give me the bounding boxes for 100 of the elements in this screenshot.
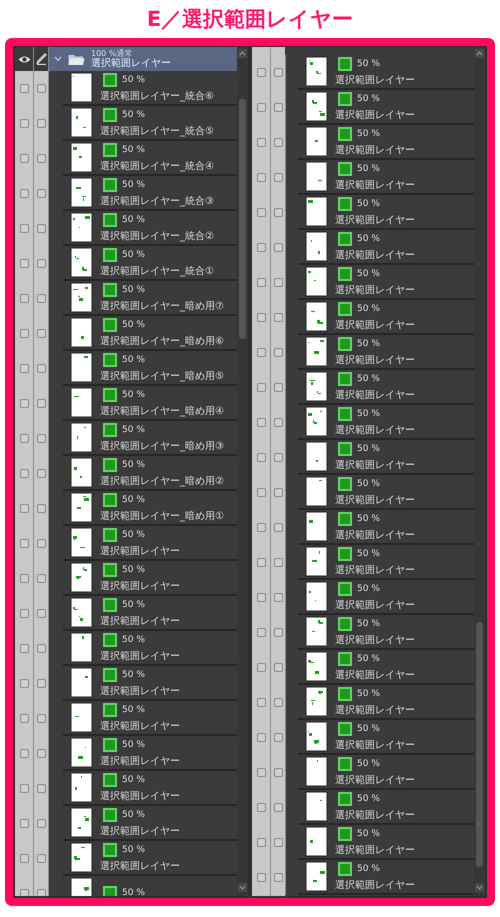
visibility-checkbox[interactable]: [20, 294, 28, 303]
visibility-checkbox[interactable]: [20, 259, 28, 268]
visibility-checkbox[interactable]: [256, 698, 266, 707]
edit-checkbox[interactable]: [274, 348, 282, 357]
visibility-checkbox[interactable]: [20, 679, 28, 688]
visibility-checkbox[interactable]: [256, 208, 266, 217]
visibility-checkbox[interactable]: [20, 364, 28, 373]
edit-checkbox[interactable]: [274, 313, 282, 322]
layer-row[interactable]: 50 % 選択範囲レイヤー: [63, 806, 237, 841]
layer-row[interactable]: 50 % 選択範囲レイヤー: [298, 650, 474, 685]
layer-row[interactable]: 50 % 選択範囲レイヤー_暗め用④: [63, 386, 237, 421]
layer-row[interactable]: 50 % 選択範囲レイヤー: [298, 755, 474, 790]
layer-row[interactable]: 50 % 選択範囲レイヤー_暗め用②: [63, 456, 237, 491]
visibility-checkbox[interactable]: [20, 539, 28, 548]
layer-row[interactable]: 50 % 選択範囲レイヤー: [63, 701, 237, 736]
scroll-up-icon[interactable]: [475, 49, 484, 58]
edit-checkbox[interactable]: [274, 558, 282, 567]
visibility-checkbox[interactable]: [256, 523, 266, 532]
layer-row[interactable]: 50 % 選択範囲レイヤー_統合⑤: [63, 106, 237, 141]
layer-row[interactable]: 50 % 選択範囲レイヤー: [298, 195, 474, 230]
layer-row[interactable]: 50 % 選択範囲レイヤー: [298, 825, 474, 860]
edit-checkbox[interactable]: [274, 243, 282, 252]
layer-row[interactable]: 50 % 選択範囲レイヤー_暗め用⑤: [63, 351, 237, 386]
visibility-checkbox[interactable]: [256, 383, 266, 392]
visibility-checkbox[interactable]: [20, 469, 28, 478]
visibility-checkbox[interactable]: [20, 854, 28, 863]
layer-row[interactable]: 50 % 選択範囲レイヤー_暗め用⑥: [63, 316, 237, 351]
edit-checkbox[interactable]: [274, 453, 282, 462]
layer-row[interactable]: 50 % 選択範囲レイヤー: [298, 440, 474, 475]
visibility-checkbox[interactable]: [20, 154, 28, 163]
visibility-checkbox[interactable]: [256, 278, 266, 287]
visibility-checkbox[interactable]: [256, 488, 266, 497]
layer-row[interactable]: 50 % 選択範囲レイヤー_統合②: [63, 211, 237, 246]
edit-checkbox[interactable]: [36, 434, 46, 443]
layer-row[interactable]: 50 % 選択範囲レイヤー: [298, 230, 474, 265]
edit-checkbox[interactable]: [274, 628, 282, 637]
visibility-checkbox[interactable]: [256, 768, 266, 777]
edit-checkbox[interactable]: [36, 364, 46, 373]
visibility-checkbox[interactable]: [256, 873, 266, 882]
visibility-checkbox[interactable]: [20, 644, 28, 653]
edit-checkbox[interactable]: [36, 189, 46, 198]
layer-row[interactable]: 50 % 選択範囲レイヤー_統合①: [63, 246, 237, 281]
edit-checkbox[interactable]: [36, 399, 46, 408]
visibility-checkbox[interactable]: [256, 558, 266, 567]
edit-checkbox[interactable]: [36, 469, 46, 478]
edit-checkbox[interactable]: [36, 749, 46, 758]
edit-checkbox[interactable]: [274, 733, 282, 742]
edit-checkbox[interactable]: [36, 504, 46, 513]
scrollbar[interactable]: [474, 47, 485, 896]
edit-checkbox[interactable]: [274, 278, 282, 287]
eye-icon[interactable]: [18, 54, 30, 64]
visibility-checkbox[interactable]: [256, 838, 266, 847]
layer-row[interactable]: 50 % 選択範囲レイヤー: [298, 405, 474, 440]
edit-checkbox[interactable]: [36, 819, 46, 828]
visibility-checkbox[interactable]: [20, 609, 28, 618]
folder-row[interactable]: 100 %通常 選択範囲レイヤー: [49, 47, 237, 71]
visibility-checkbox[interactable]: [256, 313, 266, 322]
layer-row[interactable]: 50 % 選択範囲レイヤー: [63, 771, 237, 806]
visibility-checkbox[interactable]: [256, 733, 266, 742]
edit-checkbox[interactable]: [274, 418, 282, 427]
layer-row[interactable]: 50 % 選択範囲レイヤー: [298, 615, 474, 650]
visibility-checkbox[interactable]: [256, 173, 266, 182]
edit-checkbox[interactable]: [274, 663, 282, 672]
edit-checkbox[interactable]: [36, 329, 46, 338]
layer-row[interactable]: 50 % 選択範囲レイヤー: [298, 55, 474, 90]
visibility-checkbox[interactable]: [20, 889, 28, 896]
layer-row[interactable]: 50 % 選択範囲レイヤー_統合③: [63, 176, 237, 211]
edit-checkbox[interactable]: [36, 294, 46, 303]
edit-checkbox[interactable]: [36, 539, 46, 548]
visibility-checkbox[interactable]: [20, 574, 28, 583]
layer-row[interactable]: 50 % 選択範囲レイヤー: [298, 300, 474, 335]
edit-checkbox[interactable]: [274, 68, 282, 77]
edit-checkbox[interactable]: [274, 383, 282, 392]
layer-row[interactable]: 50 % 選択範囲レイヤー: [298, 860, 474, 895]
layer-row[interactable]: 50 % 選択範囲レイヤー_暗め用①: [63, 491, 237, 526]
visibility-checkbox[interactable]: [256, 103, 266, 112]
edit-checkbox[interactable]: [36, 784, 46, 793]
edit-checkbox[interactable]: [274, 838, 282, 847]
edit-checkbox[interactable]: [36, 644, 46, 653]
layer-row[interactable]: 50 % 選択範囲レイヤー: [298, 580, 474, 615]
scrollbar[interactable]: [237, 47, 248, 896]
visibility-checkbox[interactable]: [20, 189, 28, 198]
edit-checkbox[interactable]: [36, 714, 46, 723]
layer-row[interactable]: 50 % 選択範囲レイヤー: [298, 790, 474, 825]
layer-row[interactable]: 50 % 選択範囲レイヤー: [63, 561, 237, 596]
layer-row[interactable]: 50 % 選択範囲レイヤー: [298, 510, 474, 545]
visibility-checkbox[interactable]: [256, 68, 266, 77]
edit-checkbox[interactable]: [36, 574, 46, 583]
layer-row[interactable]: 50 % 選択範囲レイヤー_統合④: [63, 141, 237, 176]
layer-row[interactable]: 50 % 選択範囲レイヤー: [298, 370, 474, 405]
edit-checkbox[interactable]: [36, 119, 46, 128]
visibility-checkbox[interactable]: [256, 348, 266, 357]
edit-checkbox[interactable]: [36, 679, 46, 688]
visibility-checkbox[interactable]: [20, 819, 28, 828]
visibility-checkbox[interactable]: [20, 399, 28, 408]
layer-row[interactable]: 50 % 選択範囲レイヤー: [63, 526, 237, 561]
edit-checkbox[interactable]: [36, 154, 46, 163]
edit-checkbox[interactable]: [36, 889, 46, 896]
edit-checkbox[interactable]: [274, 768, 282, 777]
pen-icon[interactable]: [36, 53, 46, 65]
